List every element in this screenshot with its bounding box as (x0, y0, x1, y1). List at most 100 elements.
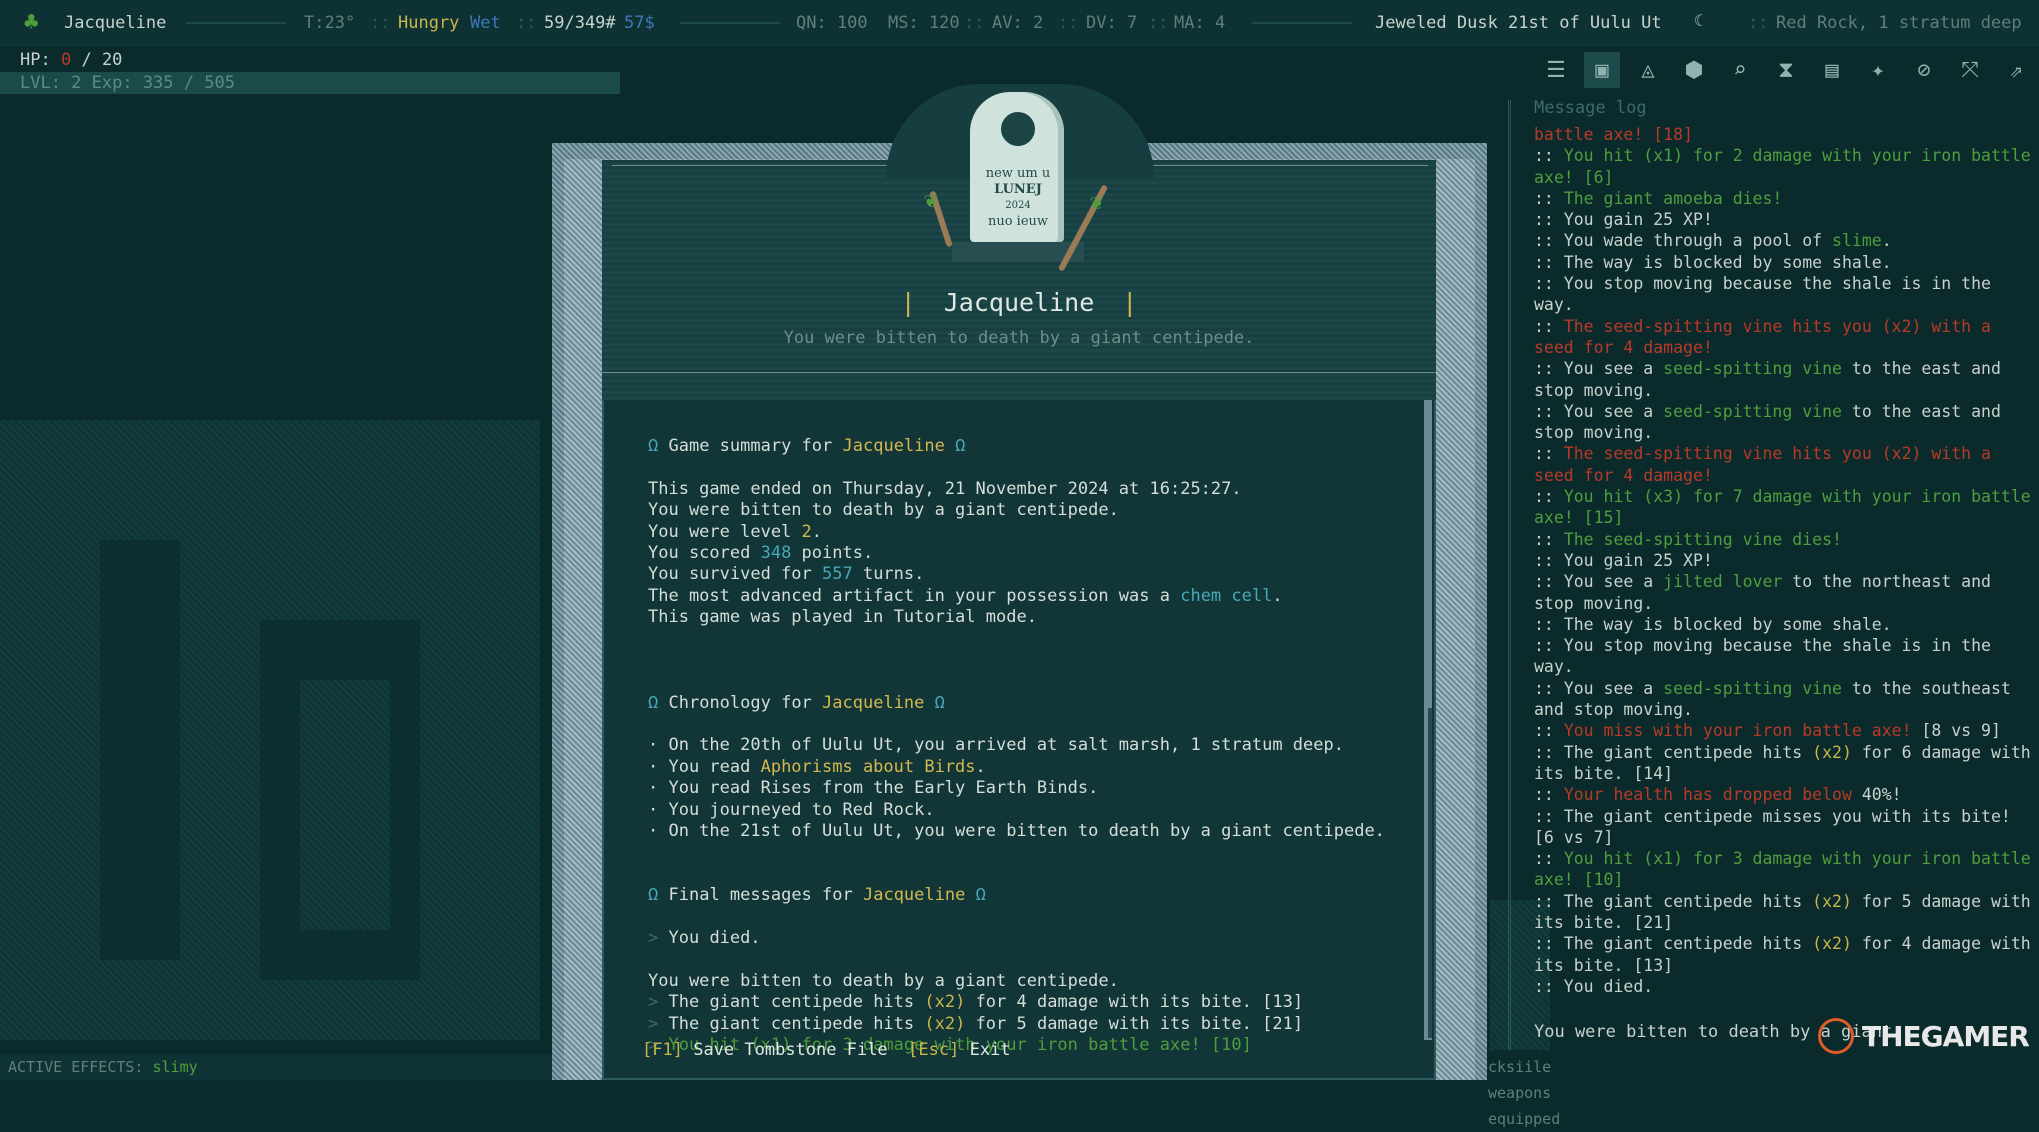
message-log-list[interactable]: battle axe! [18]:: You hit (x1) for 2 da… (1534, 124, 2032, 997)
log-entry: :: You miss with your iron battle axe! [… (1534, 721, 2001, 741)
wet-status: Wet (470, 13, 501, 33)
log-entry: :: The seed-spitting vine dies! (1534, 529, 1842, 549)
save-tombstone-button[interactable]: [F1] Save Tombstone File (642, 1040, 888, 1060)
leaf-icon: ❦ (924, 188, 938, 213)
dodge-value-stat: DV: 7 (1086, 13, 1138, 33)
map-icon[interactable]: ⊘ (1906, 52, 1942, 88)
summary-line: The most advanced artifact in your posse… (648, 585, 1283, 606)
hp-max: / 20 (81, 50, 123, 70)
moon-phase-icon: ☾ (1694, 11, 1704, 30)
temperature: T:23° (304, 13, 356, 33)
separator: :: (370, 13, 391, 33)
chronology-item: · You journeyed to Red Rock. (648, 799, 935, 820)
divider (602, 372, 1436, 385)
final-messages-heading: Ω Final messages for Jacqueline Ω (648, 885, 986, 906)
log-entry: :: You see a seed-spitting vine to the e… (1534, 359, 2001, 400)
log-entry: :: You hit (x3) for 7 damage with your i… (1534, 487, 2031, 528)
separator: :: (1748, 13, 1769, 33)
log-entry: :: You see a seed-spitting vine to the e… (1534, 401, 2001, 443)
leaf-icon: ❦ (1090, 190, 1104, 215)
summary-line: You scored 348 points. (648, 542, 874, 563)
log-entry: :: You stop moving because the shale is … (1534, 274, 1991, 315)
engraving-line: new um u (985, 166, 1051, 181)
final-message: > The giant centipede hits (x2) for 4 da… (648, 992, 1304, 1013)
summary-line: This game was played in Tutorial mode. (648, 607, 1037, 628)
exit-button[interactable]: [Esc] Exit (908, 1040, 1010, 1060)
hit-points: HP: 0 / 20 (20, 50, 122, 70)
rest-icon[interactable]: ⇗ (1998, 52, 2034, 88)
effects-tail: cksiile weapons equipped (1488, 1058, 1561, 1128)
log-entry: :: The giant centipede misses you with i… (1534, 806, 2011, 847)
log-entry: :: You gain 25 XP! (1534, 210, 1713, 230)
log-entry: :: The way is blocked by some shale. (1534, 614, 1892, 634)
separator: :: (516, 13, 537, 33)
log-entry: :: You died. (1534, 976, 1654, 996)
mental-armor-stat: MA: 4 (1174, 13, 1226, 33)
status-bar: ♣ Jacqueline T:23° :: Hungry Wet :: 59/3… (0, 0, 2039, 46)
summary-line: You were bitten to death by a giant cent… (648, 500, 1119, 521)
effect-slimy: slimy (152, 1058, 198, 1076)
menu-icon[interactable]: ☰ (1538, 52, 1574, 88)
log-entry: :: You hit (x1) for 2 damage with your i… (1534, 146, 2031, 187)
chronology-item: · You read Rises from the Early Earth Bi… (648, 778, 1099, 799)
name-bracket: | (900, 288, 916, 317)
engraving-line: 2024 (1005, 200, 1031, 211)
thegamer-logo-icon (1810, 1010, 1862, 1062)
player-name-title: Jacqueline (943, 288, 1095, 317)
chronology-item: · You read Aphorisms about Birds. (648, 756, 986, 777)
tombstone-hole (1001, 112, 1035, 146)
journal-icon[interactable]: ▤ (1814, 52, 1850, 88)
log-entry: :: You see a seed-spitting vine to the s… (1534, 678, 2011, 720)
hp-label: HP: (20, 50, 51, 70)
log-entry: :: You stop moving because the shale is … (1534, 636, 1991, 677)
watermark-text: THEGAMER (1862, 1019, 2030, 1053)
log-entry: :: The giant centipede hits (x2) for 6 d… (1534, 742, 2031, 783)
map-terrain (100, 540, 180, 960)
hp-current: 0 (60, 50, 72, 70)
game-summary: Ω Game summary for Jacqueline Ω This gam… (648, 436, 1408, 1056)
final-message: > You died. (648, 928, 761, 949)
armor-value-stat: AV: 2 (992, 13, 1044, 33)
abilities-icon[interactable]: ✦ (1860, 52, 1896, 88)
log-entry: :: The giant amoeba dies! (1534, 188, 1783, 208)
map-terrain (300, 680, 390, 930)
log-entry: :: The seed-spitting vine hits you (x2) … (1534, 444, 1991, 485)
engraving-line: nuo ieuw (987, 214, 1049, 229)
summary-heading: Ω Game summary for Jacqueline Ω (648, 436, 966, 456)
window-icon[interactable]: ▣ (1584, 52, 1620, 88)
log-entry: :: You wade through a pool of slime. (1534, 231, 1892, 251)
quickness-stat: QN: 100 (796, 13, 868, 33)
log-entry: battle axe! [18] (1534, 125, 1693, 144)
tombstone-footer: [F1] Save Tombstone File [Esc] Exit (642, 1040, 1011, 1060)
separator: :: (964, 13, 985, 33)
final-message: You were bitten to death by a giant cent… (648, 970, 1119, 991)
engraving-line: LUNEJ (994, 182, 1042, 197)
log-entry: :: The way is blocked by some shale. (1534, 252, 1892, 272)
summary-line: This game ended on Thursday, 21 November… (648, 478, 1242, 499)
summary-scrollbar-thumb[interactable] (1428, 708, 1432, 1038)
separator: :: (1058, 13, 1079, 33)
level-xp-bar: LVL: 2 Exp: 335 / 505 (0, 72, 620, 94)
summary-line: You were level 2. (648, 521, 823, 542)
log-entry: :: Your health has dropped below 40%! (1534, 785, 1902, 805)
search-icon[interactable]: ⌕ (1722, 52, 1758, 88)
separator: :: (1148, 13, 1169, 33)
log-entry: :: The giant centipede hits (x2) for 4 d… (1534, 934, 2031, 975)
money: 57$ (624, 13, 655, 33)
wait-icon[interactable]: ⤧ (1952, 52, 1988, 88)
summary-line: You survived for 557 turns. (648, 564, 925, 585)
log-entry: :: You hit (x1) for 3 damage with your i… (1534, 849, 2031, 890)
hourglass-icon[interactable]: ⧗ (1768, 52, 1804, 88)
toolbar: ☰ ▣ ◬ ⬢ ⌕ ⧗ ▤ ✦ ⊘ ⤧ ⇗ (1538, 52, 2034, 88)
hunger-status: Hungry (398, 13, 460, 33)
inventory-icon[interactable]: ⬢ (1676, 52, 1712, 88)
message-log-title: Message log (1534, 98, 1647, 118)
log-entry: :: The seed-spitting vine hits you (x2) … (1534, 316, 1991, 357)
final-message: > The giant centipede hits (x2) for 5 da… (648, 1013, 1304, 1034)
tombstone-name: | Jacqueline | (602, 288, 1436, 317)
effects-label: ACTIVE EFFECTS: (8, 1058, 144, 1076)
character-icon[interactable]: ◬ (1630, 52, 1666, 88)
player-sprite-icon: ♣ (24, 8, 39, 36)
tombstone-engraving: new um u LUNEJ 2024 nuo ieuw (978, 166, 1058, 230)
player-name: Jacqueline (64, 13, 167, 33)
